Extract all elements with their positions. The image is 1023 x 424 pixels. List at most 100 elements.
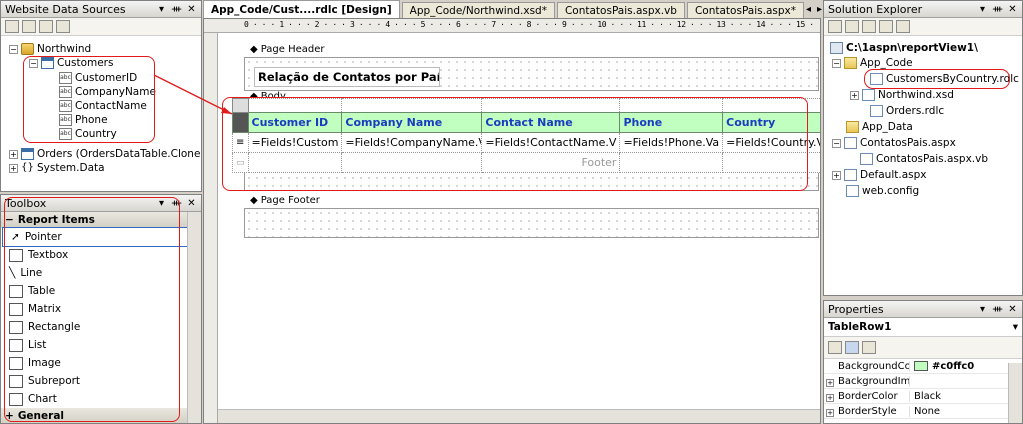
- pin-icon[interactable]: ᚒ: [171, 198, 182, 209]
- tab-list-icon[interactable]: ◂: [806, 4, 811, 15]
- field-companyname[interactable]: abc CompanyName: [59, 85, 156, 99]
- property-row[interactable]: + BorderColor Black: [824, 389, 1022, 404]
- toolbox-section-general[interactable]: + General: [1, 408, 201, 423]
- tree-node-northwind[interactable]: − Northwind: [9, 42, 91, 56]
- field-country[interactable]: abc Country: [59, 127, 117, 141]
- column-handle[interactable]: [619, 98, 724, 113]
- configure-icon[interactable]: [39, 20, 53, 33]
- toolbox-item-pointer[interactable]: ➚ Pointer: [2, 227, 192, 247]
- table-detail-row[interactable]: ≡ =Fields!Custom =Fields!CompanyName.V =…: [232, 132, 820, 153]
- tab-northwind-xsd[interactable]: App_Code/Northwind.xsd*: [401, 2, 555, 18]
- toolbox-scrollbar[interactable]: [187, 212, 201, 423]
- header-cell-phone[interactable]: Phone: [619, 112, 724, 133]
- close-icon[interactable]: ✕: [1007, 4, 1018, 15]
- refresh-icon[interactable]: [22, 20, 36, 33]
- column-handle[interactable]: [722, 98, 820, 113]
- column-handle[interactable]: [481, 98, 621, 113]
- field-contactname[interactable]: abc ContactName: [59, 99, 147, 113]
- header-row-handle[interactable]: [232, 112, 249, 133]
- detail-cell-customerid[interactable]: =Fields!Custom: [247, 132, 343, 153]
- row-handle-cell[interactable]: [232, 98, 249, 113]
- header-cell-country[interactable]: Country: [722, 112, 820, 133]
- property-pages-icon[interactable]: [862, 341, 876, 354]
- collapse-icon[interactable]: −: [832, 138, 841, 148]
- file-contatospais-aspx[interactable]: − ContatosPais.aspx: [832, 136, 956, 150]
- pin-icon[interactable]: ᚒ: [992, 4, 1003, 15]
- alphabetical-icon[interactable]: [845, 341, 859, 354]
- toolbox-item-rectangle[interactable]: Rectangle: [1, 318, 201, 336]
- footer-cell-label[interactable]: Footer: [481, 152, 621, 173]
- toolbox-section-report-items[interactable]: − Report Items: [1, 212, 201, 228]
- object-selector[interactable]: TableRow1 ▾: [824, 318, 1022, 337]
- footer-cell[interactable]: [247, 152, 343, 173]
- expand-icon[interactable]: +: [850, 90, 859, 100]
- tab-contatospais-aspx[interactable]: ContatosPais.aspx*: [686, 2, 804, 18]
- file-web-config[interactable]: web.config: [846, 184, 919, 198]
- property-row[interactable]: +BackgroundImage: [824, 374, 1022, 389]
- dropdown-icon[interactable]: ▾: [977, 4, 988, 15]
- field-phone[interactable]: abc Phone: [59, 113, 108, 127]
- toolbox-item-image[interactable]: Image: [1, 354, 201, 372]
- file-northwind-xsd[interactable]: + Northwind.xsd: [850, 88, 954, 102]
- collapse-icon[interactable]: −: [832, 58, 841, 68]
- header-cell-companyname[interactable]: Company Name: [341, 112, 483, 133]
- expand-icon[interactable]: +: [9, 149, 18, 159]
- tab-report-design[interactable]: App_Code/Cust....rdlc [Design]: [203, 0, 400, 18]
- column-handle[interactable]: [341, 98, 483, 113]
- properties-scrollbar[interactable]: [1008, 363, 1022, 423]
- expand-icon[interactable]: +: [832, 170, 841, 180]
- folder-app-code[interactable]: − App_Code: [832, 56, 913, 70]
- properties-icon[interactable]: [828, 20, 842, 33]
- collapse-icon[interactable]: −: [9, 44, 18, 54]
- designer-hscrollbar[interactable]: [218, 409, 820, 423]
- expand-icon[interactable]: +: [826, 408, 834, 417]
- dropdown-icon[interactable]: ▾: [156, 4, 167, 15]
- toolbox-item-subreport[interactable]: Subreport: [1, 372, 201, 390]
- tree-node-customers[interactable]: − Customers: [29, 56, 113, 70]
- detail-cell-country[interactable]: =Fields!Country.Va: [722, 132, 820, 153]
- footer-cell[interactable]: [722, 152, 820, 173]
- report-title-textbox[interactable]: Relação de Contatos por País: [254, 67, 440, 87]
- detail-cell-phone[interactable]: =Fields!Phone.Va: [619, 132, 724, 153]
- close-icon[interactable]: ✕: [186, 198, 197, 209]
- toolbox-item-table[interactable]: Table: [1, 282, 201, 300]
- file-orders-rdlc[interactable]: Orders.rdlc: [870, 104, 944, 118]
- property-row[interactable]: BackgroundColor#c0ffc0: [824, 359, 1022, 374]
- table-header-row[interactable]: Customer ID Company Name Contact Name Ph…: [232, 112, 820, 133]
- tree-node-orders[interactable]: + Orders (OrdersDataTable.Clone()): [9, 147, 201, 161]
- copy-website-icon[interactable]: [879, 20, 893, 33]
- toolbox-item-list[interactable]: List: [1, 336, 201, 354]
- detail-row-handle[interactable]: ≡: [232, 132, 249, 153]
- table-footer-row[interactable]: ▭ Footer: [232, 152, 820, 173]
- report-table[interactable]: Customer ID Company Name Contact Name Ph…: [232, 98, 820, 173]
- collapse-icon[interactable]: −: [29, 58, 38, 68]
- footer-cell[interactable]: [619, 152, 724, 173]
- tab-scroll-icon[interactable]: ▸: [817, 4, 822, 15]
- header-cell-contactname[interactable]: Contact Name: [481, 112, 621, 133]
- pin-icon[interactable]: ᚒ: [992, 304, 1003, 315]
- dropdown-icon[interactable]: ▾: [156, 198, 167, 209]
- toolbox-item-matrix[interactable]: Matrix: [1, 300, 201, 318]
- categorized-icon[interactable]: [828, 341, 842, 354]
- edit-dataset-icon[interactable]: [56, 20, 70, 33]
- solution-root[interactable]: C:\1aspn\reportView1\: [830, 41, 978, 55]
- asp-config-icon[interactable]: [896, 20, 910, 33]
- detail-cell-companyname[interactable]: =Fields!CompanyName.V: [341, 132, 483, 153]
- expand-icon[interactable]: +: [9, 163, 18, 173]
- add-data-source-icon[interactable]: [5, 20, 19, 33]
- dropdown-icon[interactable]: ▾: [977, 304, 988, 315]
- report-designer[interactable]: 0 · · · 1 · · · 2 · · · 3 · · · 4 · · · …: [203, 18, 821, 424]
- page-footer-band[interactable]: [244, 208, 819, 238]
- property-row[interactable]: + BorderStyle None: [824, 404, 1022, 419]
- file-default-aspx[interactable]: + Default.aspx: [832, 168, 927, 182]
- expand-icon[interactable]: +: [826, 378, 834, 387]
- refresh-icon[interactable]: [845, 20, 859, 33]
- folder-app-data[interactable]: App_Data: [846, 120, 913, 134]
- pin-icon[interactable]: ᚒ: [171, 4, 182, 15]
- file-customersbycountry[interactable]: CustomersByCountry.rdlc: [870, 72, 1019, 86]
- tab-contatospais-vb[interactable]: ContatosPais.aspx.vb: [556, 2, 685, 18]
- file-contatospais-vb[interactable]: ContatosPais.aspx.vb: [860, 152, 988, 166]
- close-icon[interactable]: ✕: [1007, 304, 1018, 315]
- toolbox-item-line[interactable]: ╲ Line: [1, 264, 201, 282]
- close-icon[interactable]: ✕: [186, 4, 197, 15]
